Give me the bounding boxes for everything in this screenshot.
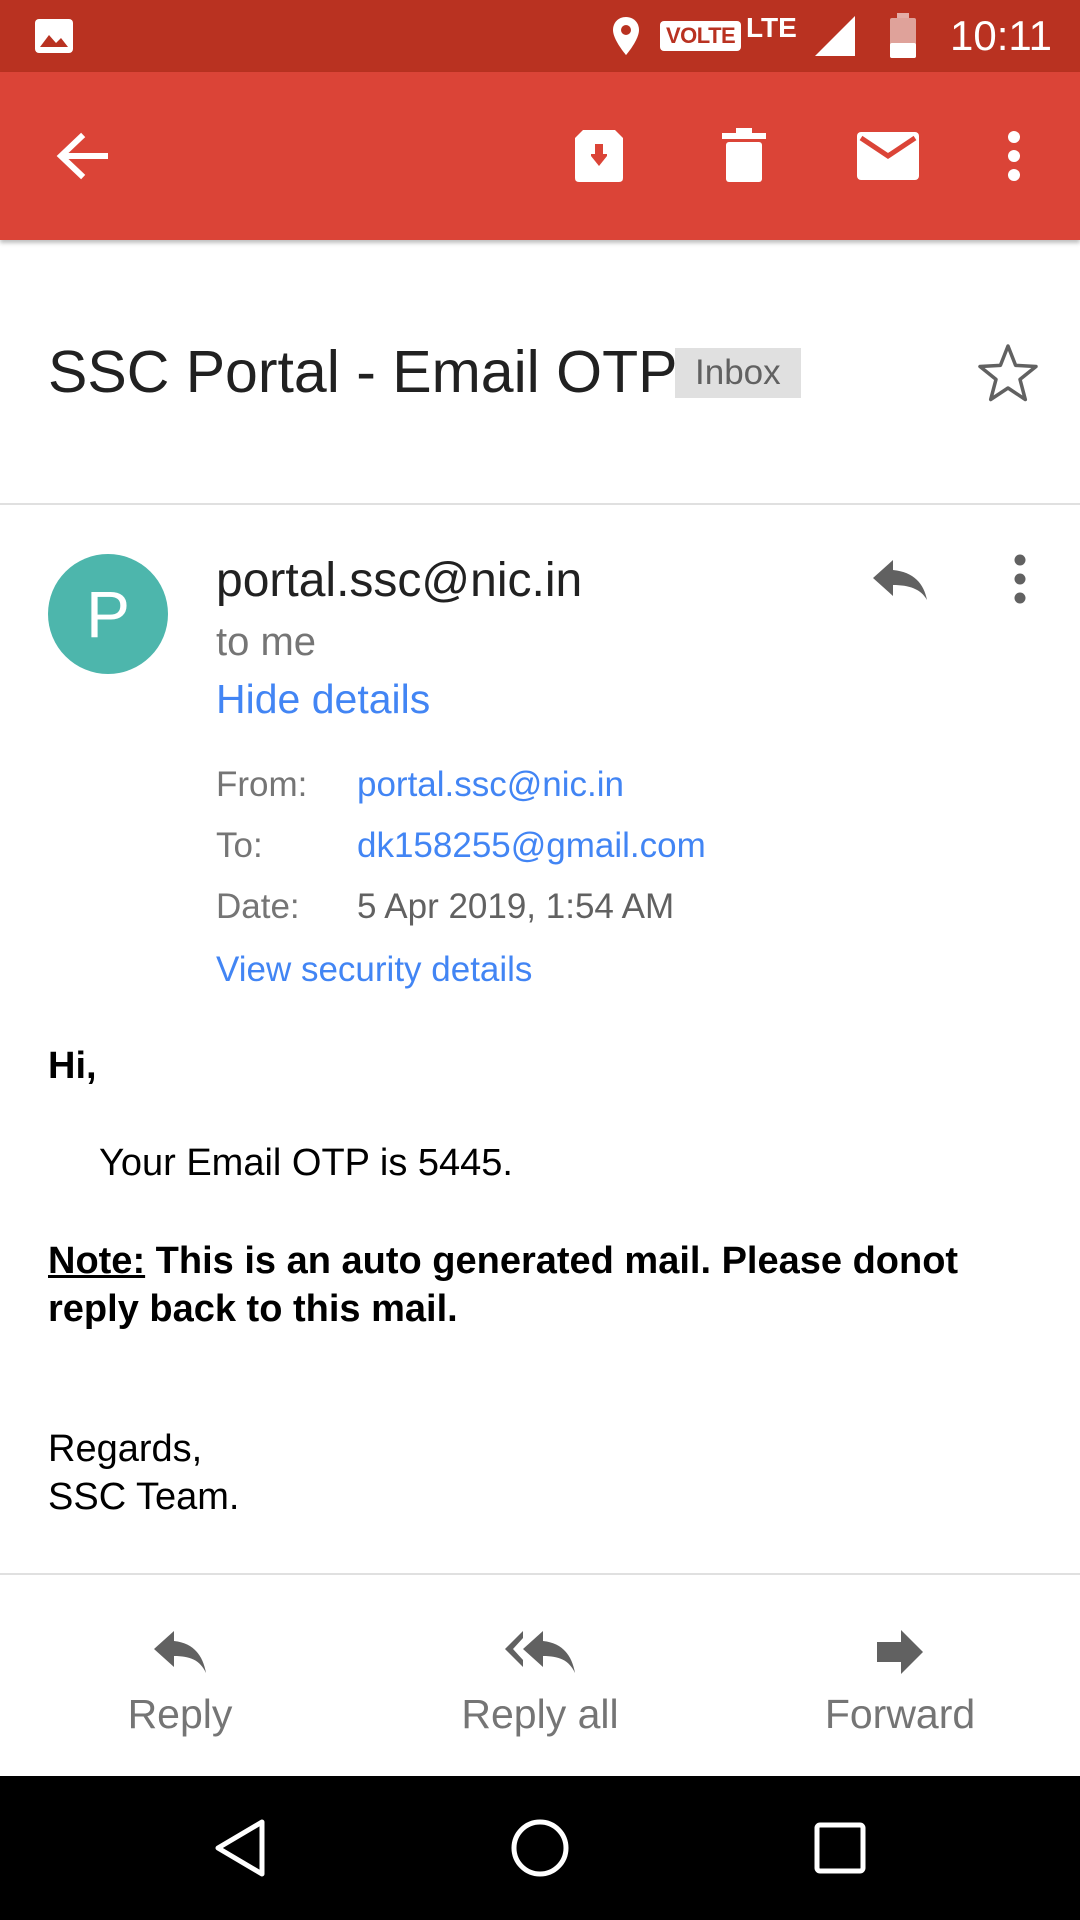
detail-to-row: To: dk158255@gmail.com (216, 826, 1036, 887)
more-vert-icon (1014, 554, 1026, 604)
mail-icon (857, 132, 919, 180)
hide-details-link[interactable]: Hide details (216, 676, 430, 723)
delete-button[interactable] (696, 72, 792, 240)
volte-indicator: VOLTE (660, 0, 742, 72)
message-details: From: portal.ssc@nic.in To: dk158255@gma… (216, 765, 1036, 948)
reply-all-button[interactable]: Reply all (390, 1575, 690, 1778)
location-icon (610, 0, 642, 72)
nav-home-icon (511, 1819, 569, 1877)
otp-line: Your Email OTP is 5445. (99, 1142, 513, 1184)
battery-icon (888, 0, 918, 72)
view-security-details-link[interactable]: View security details (216, 950, 532, 990)
reply-all-label: Reply all (461, 1691, 619, 1737)
system-navigation-bar (0, 1776, 1080, 1920)
back-button[interactable] (34, 72, 130, 240)
volte-badge: VOLTE (660, 21, 742, 51)
more-vert-icon (1008, 131, 1020, 181)
archive-icon (575, 130, 623, 182)
signature-line: SSC Team. (48, 1476, 240, 1518)
forward-icon (875, 1627, 925, 1677)
nav-back-icon (215, 1819, 265, 1877)
note-paragraph: Note: This is an auto generated mail. Pl… (48, 1237, 1038, 1333)
date-value: 5 Apr 2019, 1:54 AM (357, 887, 675, 926)
delete-icon (722, 128, 766, 182)
reply-all-icon (503, 1627, 577, 1677)
message-actions-bar: Reply Reply all Forward (0, 1573, 1080, 1776)
reply-icon (873, 560, 927, 600)
mark-unread-button[interactable] (840, 72, 936, 240)
inbox-label-chip[interactable]: Inbox (675, 348, 801, 398)
sender-name: portal.ssc@nic.in (216, 554, 583, 607)
network-indicator: LTE (746, 0, 797, 72)
from-label: From: (216, 765, 308, 804)
detail-from-row: From: portal.ssc@nic.in (216, 765, 1036, 826)
detail-date-row: Date: 5 Apr 2019, 1:54 AM (216, 887, 1036, 948)
network-type: LTE (746, 12, 797, 43)
forward-button[interactable]: Forward (750, 1575, 1050, 1778)
email-subject: SSC Portal - Email OTP (48, 339, 678, 405)
signal-icon (813, 0, 857, 72)
nav-home-button[interactable] (480, 1776, 600, 1920)
back-arrow-icon (56, 132, 108, 180)
forward-label: Forward (824, 1691, 976, 1737)
reply-label: Reply (127, 1691, 233, 1737)
star-outline-icon (978, 344, 1038, 402)
clock-container: 10:11 (950, 0, 1052, 72)
subject-row: SSC Portal - Email OTP Inbox (0, 240, 1080, 505)
date-label: Date: (216, 887, 300, 926)
reply-icon (152, 1627, 208, 1677)
more-options-button[interactable] (966, 72, 1062, 240)
clock: 10:11 (950, 12, 1052, 59)
reply-button[interactable]: Reply (30, 1575, 330, 1778)
reply-icon-button[interactable] (868, 550, 932, 610)
note-text: This is an auto generated mail. Please d… (48, 1240, 959, 1330)
regards-line: Regards, (48, 1428, 203, 1470)
nav-back-button[interactable] (180, 1776, 300, 1920)
nav-recents-button[interactable] (780, 1776, 900, 1920)
to-label: To: (216, 826, 263, 865)
from-address-link[interactable]: portal.ssc@nic.in (357, 765, 624, 805)
signature-block: Regards, SSC Team. (48, 1425, 239, 1521)
nav-recents-icon (814, 1822, 866, 1874)
note-label: Note: (48, 1240, 146, 1282)
gallery-notification-icon (34, 0, 74, 72)
greeting: Hi, (48, 1045, 97, 1087)
sender-avatar[interactable]: P (48, 554, 168, 674)
archive-button[interactable] (551, 72, 647, 240)
status-bar: VOLTE LTE 10:11 (0, 0, 1080, 72)
message-more-button[interactable] (1000, 548, 1040, 610)
app-bar (0, 72, 1080, 240)
to-address-link[interactable]: dk158255@gmail.com (357, 826, 706, 866)
star-button[interactable] (975, 340, 1041, 406)
recipient-summary: to me (216, 620, 317, 664)
